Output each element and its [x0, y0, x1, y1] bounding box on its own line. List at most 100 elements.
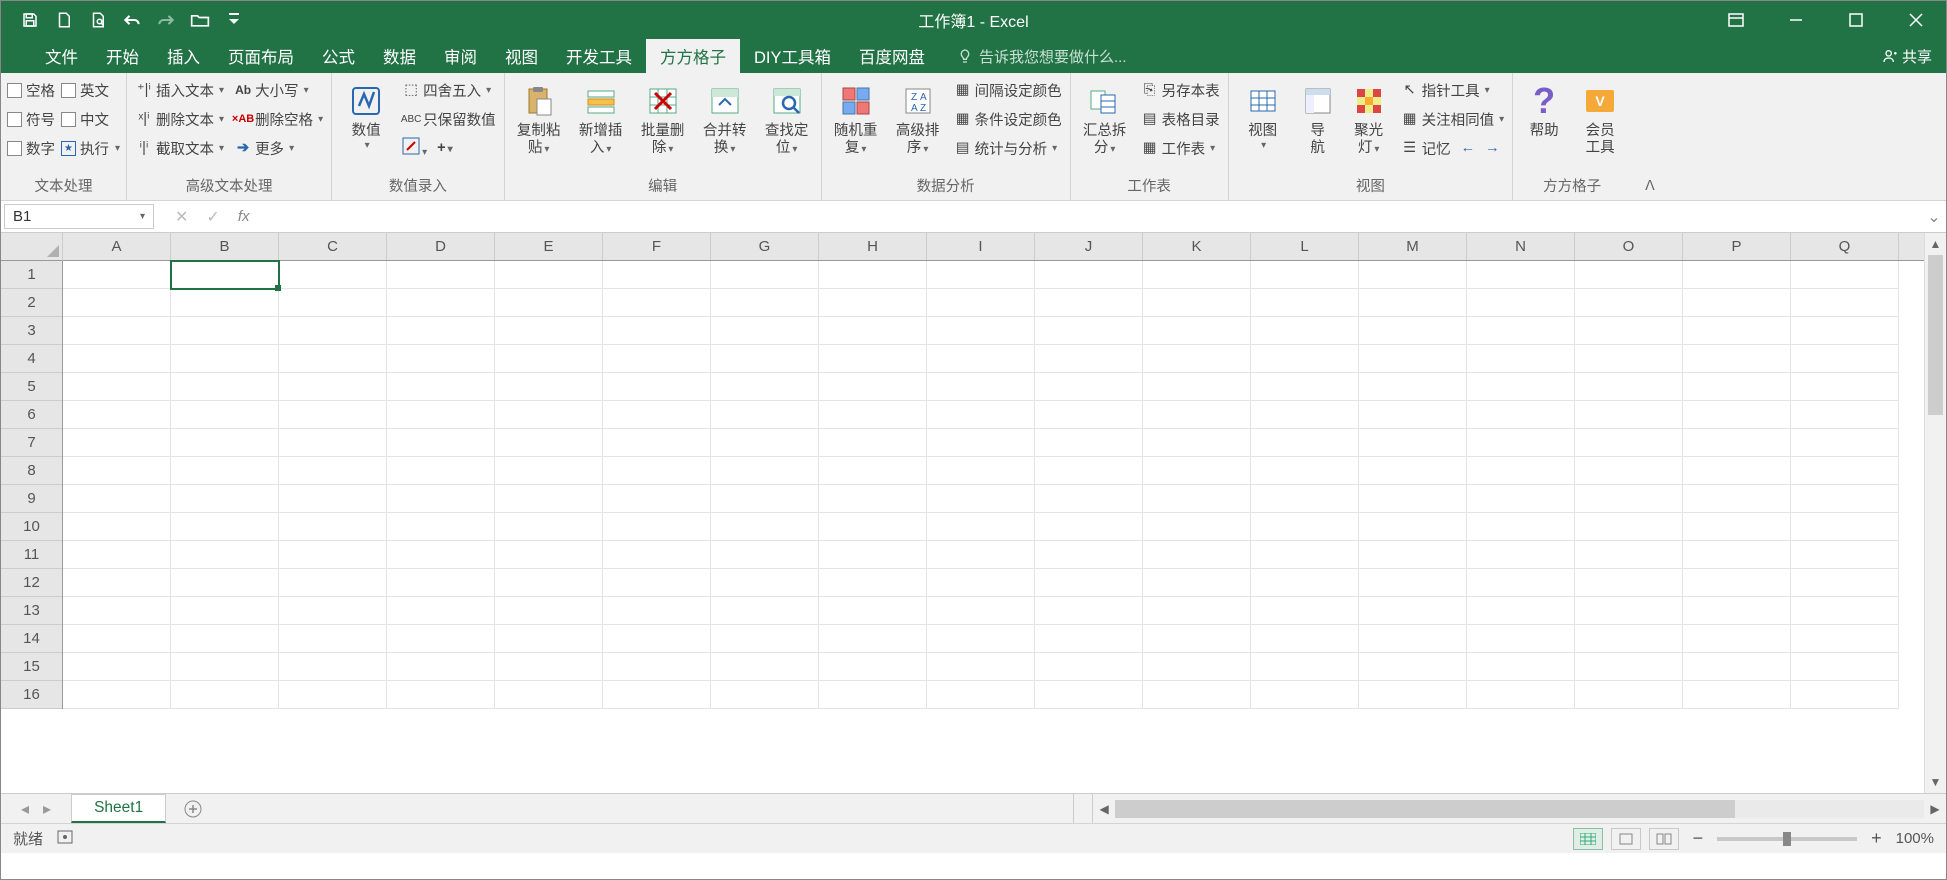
view-button[interactable]: 视图▾ [1235, 77, 1291, 152]
cell[interactable] [171, 653, 279, 681]
cell[interactable] [495, 625, 603, 653]
cell[interactable] [387, 597, 495, 625]
select-all-corner[interactable] [1, 233, 63, 261]
cell[interactable] [495, 345, 603, 373]
keep-number-button[interactable]: ABC只保留数值 [400, 106, 498, 132]
row-header[interactable]: 9 [1, 485, 62, 513]
merge-convert-button[interactable]: 合并转换▾ [697, 77, 753, 158]
cell[interactable] [1143, 513, 1251, 541]
cell[interactable] [171, 457, 279, 485]
cell[interactable] [1035, 485, 1143, 513]
cell[interactable] [819, 625, 927, 653]
cell[interactable] [711, 597, 819, 625]
cell[interactable] [819, 597, 927, 625]
scroll-right-icon[interactable]: ▶ [1924, 802, 1946, 816]
cell[interactable] [603, 289, 711, 317]
cell[interactable] [1467, 345, 1575, 373]
cell[interactable] [927, 625, 1035, 653]
cell[interactable] [1359, 625, 1467, 653]
cell[interactable] [1575, 457, 1683, 485]
save-icon[interactable] [19, 9, 41, 31]
cell[interactable] [1683, 457, 1791, 485]
cell[interactable] [711, 653, 819, 681]
cell[interactable] [1035, 653, 1143, 681]
ribbon-tab[interactable]: 百度网盘 [845, 39, 939, 73]
cell[interactable] [387, 513, 495, 541]
column-header[interactable]: Q [1791, 233, 1899, 260]
vscroll-thumb[interactable] [1928, 255, 1943, 415]
delete-space-button[interactable]: ×AB删除空格▾ [232, 106, 325, 132]
cell[interactable] [1251, 541, 1359, 569]
ribbon-tab[interactable]: 公式 [308, 39, 369, 73]
row-header[interactable]: 11 [1, 541, 62, 569]
cell[interactable] [603, 569, 711, 597]
cell[interactable] [927, 485, 1035, 513]
cell[interactable] [819, 681, 927, 709]
cell[interactable] [1251, 569, 1359, 597]
cell[interactable] [1143, 569, 1251, 597]
cell[interactable] [1575, 653, 1683, 681]
cell[interactable] [63, 317, 171, 345]
ribbon-tab[interactable]: 文件 [31, 39, 92, 73]
cell[interactable] [1143, 541, 1251, 569]
cell[interactable] [63, 261, 171, 289]
cell[interactable] [819, 485, 927, 513]
cell[interactable] [1143, 261, 1251, 289]
row-header[interactable]: 13 [1, 597, 62, 625]
add-sheet-button[interactable] [166, 794, 220, 823]
cell[interactable] [1467, 317, 1575, 345]
cell[interactable] [1683, 653, 1791, 681]
cell[interactable] [1683, 317, 1791, 345]
cell[interactable] [495, 541, 603, 569]
tell-me-search[interactable]: 告诉我您想要做什么... [957, 39, 1127, 73]
cell[interactable] [495, 373, 603, 401]
cell[interactable] [1035, 429, 1143, 457]
cell[interactable] [1359, 317, 1467, 345]
cell[interactable] [1035, 373, 1143, 401]
cell[interactable] [1251, 625, 1359, 653]
cell[interactable] [819, 261, 927, 289]
cells-area[interactable] [63, 261, 1924, 793]
cell[interactable] [819, 429, 927, 457]
cell[interactable] [1143, 653, 1251, 681]
chevron-down-icon[interactable]: ▾ [140, 211, 145, 222]
cell[interactable] [171, 289, 279, 317]
find-locate-button[interactable]: 查找定位▾ [759, 77, 815, 158]
cell[interactable] [387, 401, 495, 429]
cell[interactable] [387, 457, 495, 485]
save-as-sheet-button[interactable]: ⎘另存本表 [1139, 77, 1222, 103]
cell[interactable] [1359, 429, 1467, 457]
cell[interactable] [1251, 653, 1359, 681]
cell[interactable] [1791, 317, 1899, 345]
cell[interactable] [63, 653, 171, 681]
sheet-nav-prev-icon[interactable]: ◂ [21, 799, 29, 819]
cell[interactable] [711, 345, 819, 373]
row-header[interactable]: 4 [1, 345, 62, 373]
vertical-scrollbar[interactable]: ▲ ▼ [1924, 233, 1946, 793]
row-header[interactable]: 7 [1, 429, 62, 457]
condition-color-button[interactable]: ▦条件设定颜色 [952, 106, 1064, 132]
redo-icon[interactable] [155, 9, 177, 31]
cell[interactable] [1791, 485, 1899, 513]
cell[interactable] [1359, 457, 1467, 485]
cell[interactable] [1359, 373, 1467, 401]
cell[interactable] [711, 317, 819, 345]
cell[interactable] [1359, 541, 1467, 569]
cell[interactable] [1251, 513, 1359, 541]
row-header[interactable]: 6 [1, 401, 62, 429]
cell[interactable] [495, 401, 603, 429]
cell[interactable] [495, 317, 603, 345]
cell[interactable] [1143, 597, 1251, 625]
cell[interactable] [1467, 541, 1575, 569]
cell[interactable] [279, 597, 387, 625]
cell[interactable] [171, 569, 279, 597]
open-folder-icon[interactable] [189, 9, 211, 31]
cell[interactable] [603, 261, 711, 289]
cell[interactable] [927, 261, 1035, 289]
share-button[interactable]: 共享 [1882, 39, 1932, 73]
cancel-formula-icon[interactable]: ✕ [175, 207, 188, 227]
horizontal-scrollbar[interactable]: ◀ ▶ [1093, 794, 1946, 823]
cell[interactable] [603, 401, 711, 429]
cell[interactable] [495, 485, 603, 513]
cell[interactable] [1251, 345, 1359, 373]
